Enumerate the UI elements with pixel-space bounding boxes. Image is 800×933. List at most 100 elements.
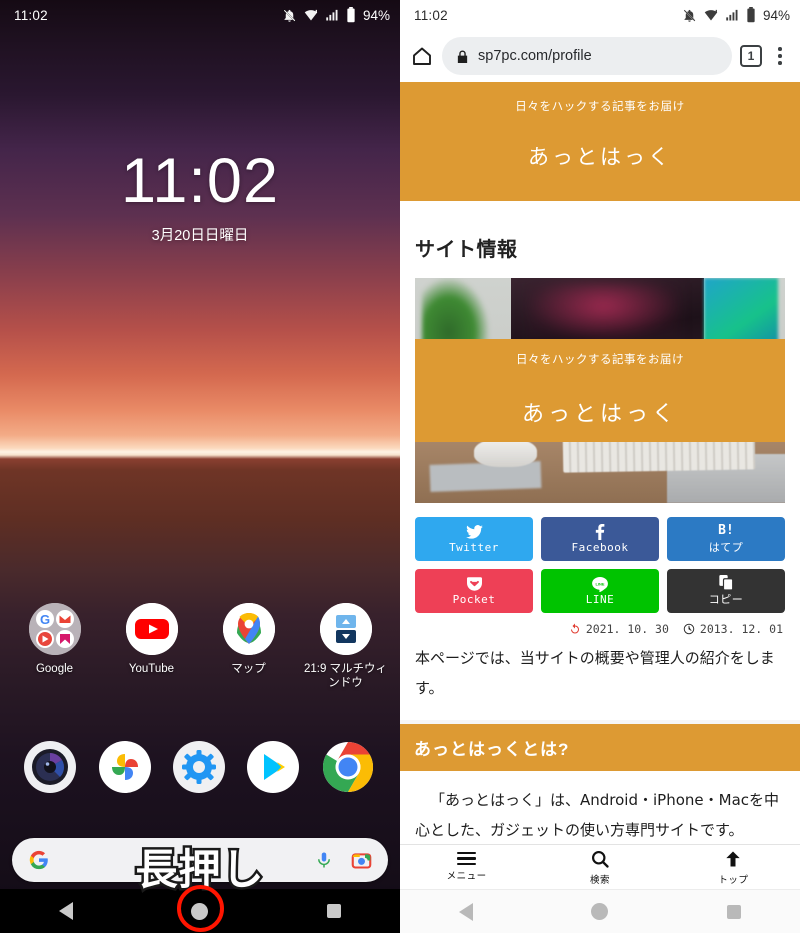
page-body: サイト情報 日々をハックする記事をお届け あっとはっく Twitter Face… (400, 201, 800, 844)
dock-play-store[interactable] (247, 741, 301, 793)
article-dates: 2021. 10. 30 2013. 12. 01 (415, 613, 785, 640)
lock-icon (457, 49, 468, 63)
article-lede: 本ページでは、当サイトの概要や管理人の紹介をします。 (415, 650, 775, 697)
android-nav-bar-right (400, 889, 800, 933)
section-body-wrap: 「あっとはっく」は、Android・iPhone・Macを中心とした、ガジェット… (400, 771, 800, 844)
home-icon[interactable] (410, 44, 434, 68)
clock-icon (683, 623, 695, 635)
google-photos-icon (98, 741, 151, 793)
content-card: サイト情報 日々をハックする記事をお届け あっとはっく Twitter Face… (400, 201, 800, 720)
share-label: LINE (585, 592, 615, 606)
signal-icon (326, 9, 338, 20)
facebook-icon (595, 524, 605, 540)
wallpaper (0, 0, 400, 933)
share-button-grid: Twitter Facebook B! はてプ Pocket LINE LINE… (415, 503, 785, 613)
wifi-icon (704, 9, 718, 20)
section-heading: あっとはっくとは? (400, 724, 800, 771)
arrow-up-icon (726, 851, 740, 866)
site-nav-label: メニュー (446, 871, 487, 883)
status-bar-time: 11:02 (14, 7, 48, 23)
tab-counter[interactable]: 1 (740, 45, 762, 67)
recents-icon[interactable] (726, 904, 741, 919)
share-label: コピー (708, 593, 744, 606)
app-label: 21:9 マルチウィンドウ (303, 663, 388, 690)
app-label: Google (35, 663, 74, 675)
settings-icon (172, 741, 225, 793)
dock-chrome[interactable] (322, 741, 376, 793)
share-label: はてプ (708, 541, 744, 554)
screen-glow-decor (526, 282, 682, 341)
youtube-icon (125, 603, 178, 655)
site-nav-label: トップ (718, 874, 749, 886)
share-line-button[interactable]: LINE LINE (541, 569, 659, 613)
site-nav-label: 検索 (589, 874, 610, 886)
battery-percent: 94% (762, 7, 790, 23)
home-app-row: G Google YouTube マップ 21:9 マルチウィンドウ (0, 603, 400, 691)
share-label: Pocket (452, 592, 496, 606)
dock-settings[interactable] (172, 741, 227, 793)
share-label: Twitter (449, 540, 499, 554)
svg-text:G: G (39, 612, 49, 627)
twitter-icon (465, 525, 483, 540)
published-date: 2013. 12. 01 (683, 622, 783, 636)
site-nav-top[interactable]: トップ (667, 849, 800, 886)
browser-toolbar: sp7pc.com/profile 1 (400, 30, 800, 82)
share-facebook-button[interactable]: Facebook (541, 517, 659, 561)
notifications-off-icon (683, 8, 696, 22)
status-bar-icons: 94% (682, 7, 790, 23)
share-pocket-button[interactable]: Pocket (415, 569, 533, 613)
right-phone-screen: 11:02 94% sp7pc.com/profile 1 日々をハックする記事… (400, 0, 800, 933)
site-header-banner: 日々をハックする記事をお届け あっとはっく (400, 82, 800, 201)
app-youtube[interactable]: YouTube (108, 603, 196, 691)
home-icon[interactable] (591, 903, 609, 920)
home-dock (0, 741, 400, 793)
camera-icon (24, 741, 77, 793)
site-bottom-nav: メニュー 検索 トップ (400, 844, 800, 889)
eyecatch-image: 日々をハックする記事をお届け あっとはっく (415, 278, 785, 503)
dock-photos[interactable] (98, 741, 153, 793)
dock-camera[interactable] (24, 741, 78, 793)
url-text: sp7pc.com/profile (478, 48, 592, 64)
eyecatch-tagline: 日々をハックする記事をお届け (516, 353, 684, 366)
copy-icon (719, 575, 733, 590)
status-bar-time: 11:02 (414, 7, 448, 23)
multi-window-icon (319, 603, 372, 655)
chrome-icon (322, 741, 374, 793)
hatena-bookmark-icon: B! (718, 523, 734, 538)
lock-clock-date: 3月20日日曜日 (151, 228, 249, 244)
eyecatch-site-name: あっとはっく (521, 400, 678, 426)
site-name: あっとはっく (528, 146, 672, 169)
app-multi-window[interactable]: 21:9 マルチウィンドウ (302, 603, 390, 691)
pocket-icon (466, 577, 482, 592)
web-content: 日々をハックする記事をお届け あっとはっく サイト情報 日々をハックする記事をお… (400, 82, 800, 844)
address-bar[interactable]: sp7pc.com/profile (442, 37, 732, 75)
share-copy-button[interactable]: コピー (667, 569, 785, 613)
updated-date: 2021. 10. 30 (569, 622, 669, 636)
app-label: マップ (231, 663, 266, 675)
recents-icon[interactable] (326, 904, 341, 918)
app-maps[interactable]: マップ (205, 603, 293, 691)
eyecatch-overlay-band: 日々をハックする記事をお届け あっとはっく (415, 338, 785, 443)
section-body: 「あっとはっく」は、Android・iPhone・Macを中心とした、ガジェット… (415, 791, 780, 839)
lock-screen-clock: 11:02 3月20日日曜日 (0, 150, 400, 245)
line-icon: LINE (592, 576, 608, 592)
google-maps-icon (222, 603, 275, 655)
battery-percent: 94% (362, 7, 390, 23)
site-tagline: 日々をハックする記事をお届け (515, 101, 685, 113)
back-icon[interactable] (459, 902, 474, 921)
app-label: YouTube (128, 663, 175, 675)
site-nav-search[interactable]: 検索 (533, 849, 666, 886)
app-google-folder[interactable]: G Google (11, 603, 99, 691)
notifications-off-icon (283, 8, 296, 22)
left-phone-screen: 11:02 94% 11:02 3月20日日曜日 G Google YouTub… (0, 0, 400, 933)
play-store-icon (247, 741, 300, 793)
site-nav-menu[interactable]: メニュー (400, 851, 533, 883)
kebab-menu-icon[interactable] (770, 47, 790, 65)
updated-date-text: 2021. 10. 30 (585, 622, 669, 636)
share-twitter-button[interactable]: Twitter (415, 517, 533, 561)
status-bar-right: 11:02 94% (400, 0, 800, 30)
share-hatena-button[interactable]: B! はてプ (667, 517, 785, 561)
back-icon[interactable] (59, 902, 74, 920)
battery-icon (347, 7, 355, 23)
lock-clock-time: 11:02 (121, 146, 279, 216)
